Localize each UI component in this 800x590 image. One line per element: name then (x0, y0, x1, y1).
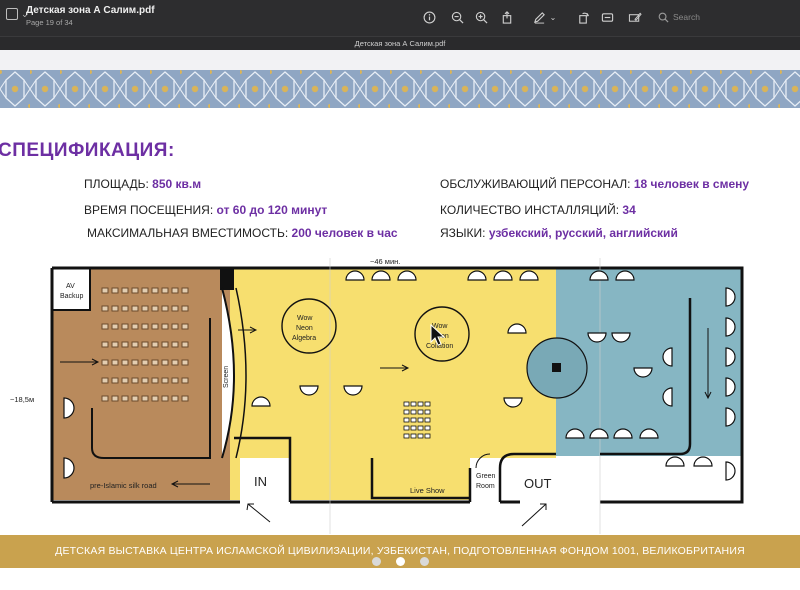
av-backup-label-2: Backup (60, 293, 83, 300)
markup-menu[interactable]: ⌄ (548, 8, 558, 26)
page-indicator: Page 19 of 34 (26, 18, 73, 27)
green-room-label-2: Room (476, 483, 495, 490)
height-dimension: ~18,5м (10, 395, 34, 404)
silk-road-label: pre-Islamic silk road (90, 481, 157, 490)
pen-icon (533, 11, 545, 24)
mouse-cursor-icon (430, 324, 446, 346)
document-tab[interactable]: Детская зона А Салим.pdf (0, 36, 800, 50)
search-placeholder: Search (673, 12, 700, 22)
pdf-page: СПЕЦИФИКАЦИЯ: ПЛОЩАДЬ: 850 кв.м ВРЕМЯ ПО… (0, 70, 800, 590)
live-show-label: Live Show (410, 486, 445, 495)
toolbar: ⌄ Search (420, 8, 800, 28)
entry-label: IN (254, 474, 267, 489)
zoom-out-icon (451, 11, 463, 23)
pager-dot-3[interactable] (420, 557, 429, 566)
zoom-in-icon (475, 11, 487, 23)
search-icon (658, 12, 669, 23)
highlight-button[interactable] (598, 8, 616, 26)
algebra-label-3: Algebra (292, 335, 316, 342)
search-field[interactable]: Search (658, 7, 798, 27)
info-icon (423, 11, 435, 23)
algebra-label-1: Wow (297, 315, 313, 322)
spec-area: ПЛОЩАДЬ: 850 кв.м (84, 177, 202, 191)
ornament-band (0, 70, 800, 108)
pager-dot-1[interactable] (372, 557, 381, 566)
rotate-button[interactable] (574, 8, 592, 26)
floor-plan: AV Backup Screen pre-Islamic silk road ~… (10, 258, 744, 534)
rotate-icon (578, 12, 589, 24)
sidebar-icon (6, 8, 18, 20)
signature-icon (628, 12, 642, 22)
zoom-out-button[interactable] (448, 8, 466, 26)
spec-staff: ОБСЛУЖИВАЮЩИЙ ПЕРСОНАЛ: 18 человек в сме… (440, 177, 750, 191)
spec-heading: СПЕЦИФИКАЦИЯ: (0, 140, 175, 161)
zoom-in-button[interactable] (472, 8, 490, 26)
share-button[interactable] (498, 8, 516, 26)
pdf-viewer[interactable]: СПЕЦИФИКАЦИЯ: ПЛОЩАДЬ: 850 кв.м ВРЕМЯ ПО… (0, 50, 800, 590)
exit-label: OUT (524, 476, 552, 491)
screen-label: Screen (223, 366, 230, 388)
window-titlebar: ⌄ Детская зона А Салим.pdf Page 19 of 34… (0, 0, 800, 36)
spec-capacity: МАКСИМАЛЬНАЯ ВМЕСТИМОСТЬ: 200 человек в … (87, 226, 398, 240)
chevron-down-icon: ⌄ (549, 12, 557, 22)
markup-button[interactable] (530, 8, 548, 26)
av-backup-label: AV (66, 283, 75, 290)
slide-pager (0, 557, 800, 571)
width-dimension: ~46 мин. (370, 258, 400, 266)
pager-dot-2[interactable] (396, 557, 405, 566)
highlight-icon (601, 12, 613, 22)
green-room-label: Green (476, 473, 496, 480)
document-title: Детская зона А Салим.pdf (26, 5, 155, 16)
form-fill-button[interactable] (626, 8, 644, 26)
share-icon (502, 10, 512, 24)
algebra-label-2: Neon (296, 325, 313, 332)
spec-installations: КОЛИЧЕСТВО ИНСТАЛЛЯЦИЙ: 34 (440, 203, 636, 217)
info-button[interactable] (420, 8, 438, 26)
spec-visit-time: ВРЕМЯ ПОСЕЩЕНИЯ: от 60 до 120 минут (84, 203, 328, 217)
spec-languages: ЯЗЫКИ: узбекский, русский, английский (440, 226, 678, 240)
